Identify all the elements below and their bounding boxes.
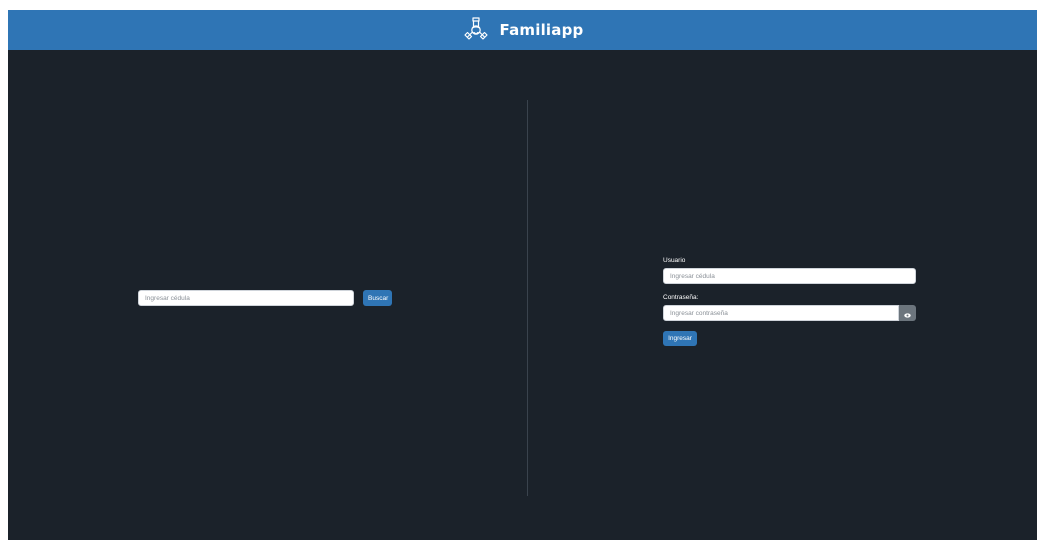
login-button[interactable]: Ingresar	[663, 331, 697, 346]
password-label: Contraseña:	[663, 294, 699, 301]
cedula-search-input[interactable]	[138, 290, 354, 306]
app-frame: Familiapp Buscar Usuario Contraseña: Ing…	[8, 10, 1037, 540]
toggle-password-button[interactable]	[899, 305, 916, 321]
user-label: Usuario	[663, 257, 686, 264]
vertical-divider	[527, 100, 528, 496]
password-group	[663, 305, 916, 321]
search-form: Buscar	[138, 290, 392, 306]
password-input[interactable]	[663, 305, 899, 321]
family-hands-icon	[462, 16, 490, 44]
eye-icon	[904, 306, 911, 321]
app-header: Familiapp	[8, 10, 1037, 50]
app-title: Familiapp	[499, 21, 584, 39]
search-button[interactable]: Buscar	[363, 290, 392, 306]
login-form: Usuario Contraseña: Ingresar	[663, 256, 917, 346]
brand[interactable]: Familiapp	[462, 16, 584, 44]
user-input[interactable]	[663, 268, 916, 284]
